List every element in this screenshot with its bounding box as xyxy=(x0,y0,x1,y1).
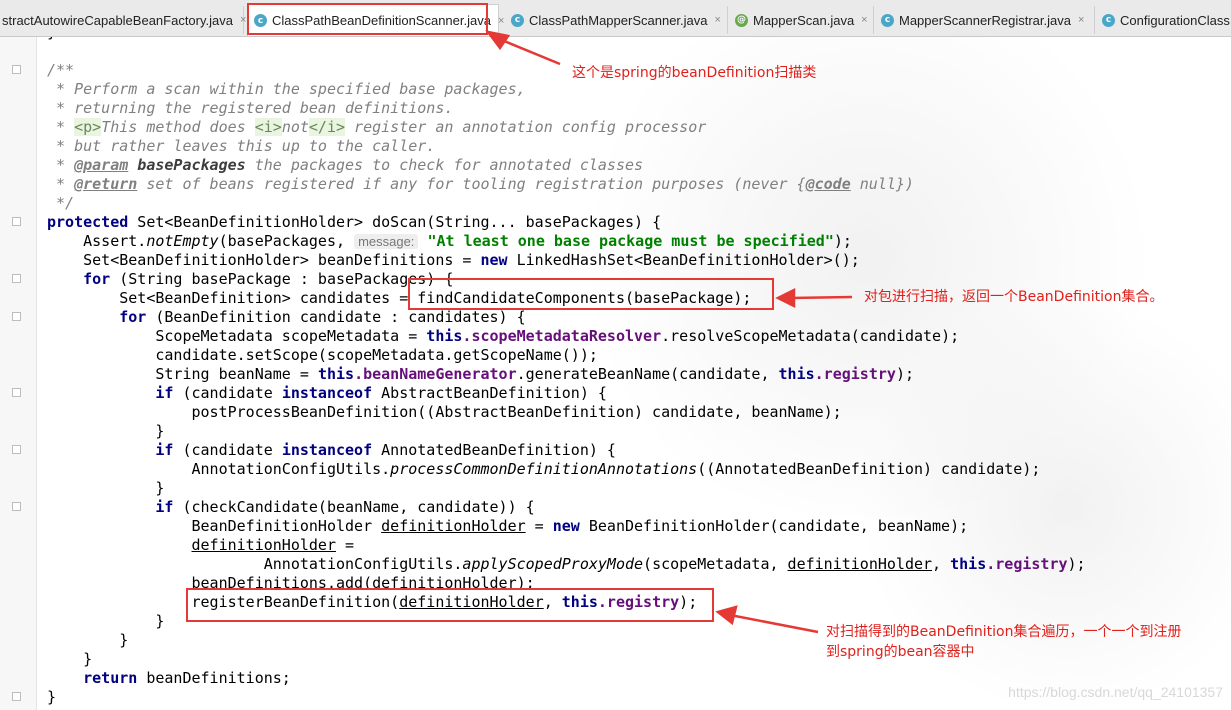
arrow-line xyxy=(729,613,819,634)
arrow-head xyxy=(485,30,511,51)
arrow-head xyxy=(775,287,796,309)
annotation-find-candidates: 对包进行扫描，返回一个BeanDefinition集合。 xyxy=(864,289,1164,305)
watermark: https://blog.csdn.net/qq_24101357 xyxy=(1008,684,1223,700)
annotation-scanner-class: 这个是spring的beanDefinition扫描类 xyxy=(572,65,817,81)
annotation-register-line2: 到spring的bean容器中 xyxy=(826,644,975,660)
arrow-line xyxy=(789,295,853,300)
arrow-head xyxy=(715,605,738,626)
annotation-arrows xyxy=(485,30,853,634)
annotation-register-line1: 对扫描得到的BeanDefinition集合遍历，一个一个到注册 xyxy=(826,624,1182,640)
